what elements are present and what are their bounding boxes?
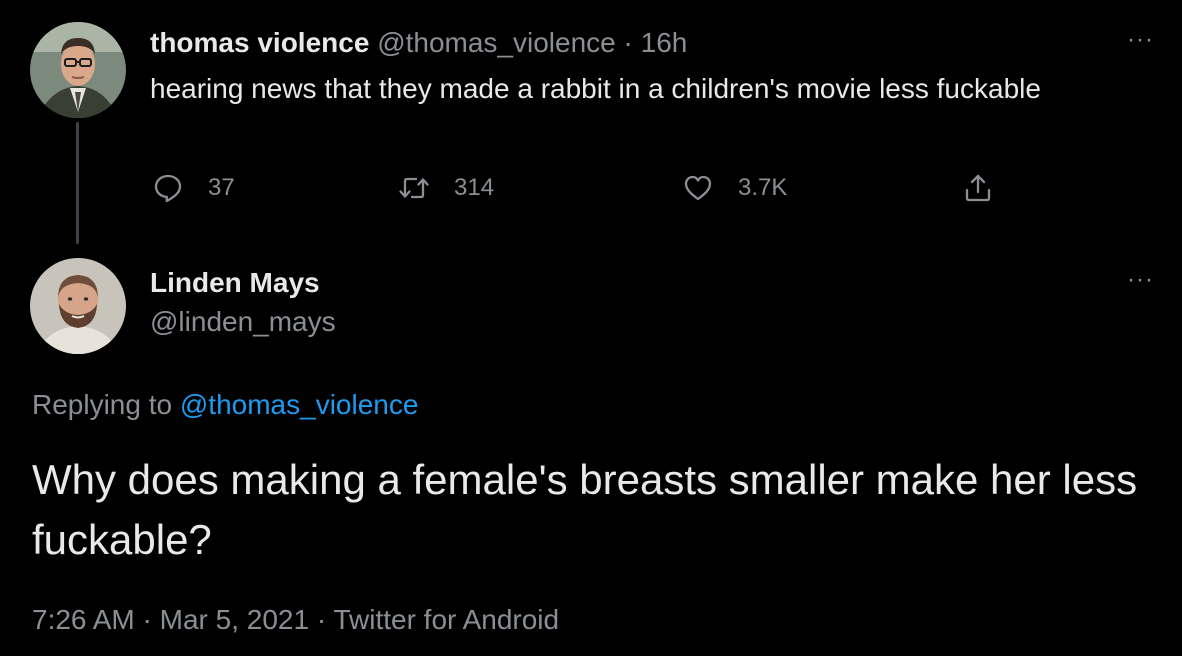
reply-count: 37: [208, 174, 235, 201]
tweet-metadata: 7:26 AM · Mar 5, 2021 · Twitter for Andr…: [32, 603, 559, 637]
replying-to-handle-link[interactable]: @thomas_violence: [180, 389, 419, 420]
meta-separator: ·: [142, 604, 152, 635]
retweet-icon: [399, 177, 429, 199]
retweet-button[interactable]: 314: [398, 168, 494, 208]
more-options-icon[interactable]: ···: [1127, 28, 1154, 52]
reply-tweet-text: Why does making a female's breasts small…: [32, 456, 1138, 563]
author-display-name[interactable]: thomas violence: [150, 27, 369, 58]
header-separator: ·: [623, 27, 633, 58]
tweet-source: Twitter for Android: [333, 604, 560, 635]
tweet-relative-time[interactable]: 16h: [641, 27, 688, 58]
reply-author-avatar[interactable]: [30, 258, 126, 354]
reply-author-display-name[interactable]: Linden Mays: [150, 266, 320, 300]
reply-author-handle[interactable]: @linden_mays: [150, 305, 336, 339]
avatar-image-man-with-glasses: [30, 22, 126, 118]
replying-to-label: Replying to: [32, 389, 173, 420]
heart-icon: [684, 175, 712, 201]
thread-connector-line: [76, 122, 79, 244]
share-button[interactable]: [962, 168, 1018, 208]
tweet-date[interactable]: Mar 5, 2021: [160, 604, 309, 635]
share-icon: [965, 174, 991, 202]
parent-tweet-text: hearing news that they made a rabbit in …: [150, 73, 1041, 104]
like-button[interactable]: 3.7K: [682, 168, 787, 208]
more-options-icon[interactable]: ···: [1127, 268, 1154, 292]
reply-icon: [154, 174, 182, 203]
parent-tweet-header: thomas violence @thomas_violence · 16h: [150, 26, 687, 60]
replying-to-line: Replying to @thomas_violence: [32, 388, 418, 422]
like-count: 3.7K: [738, 174, 788, 201]
avatar-image-bearded-man: [30, 258, 126, 354]
author-handle[interactable]: @thomas_violence: [377, 27, 616, 58]
author-avatar[interactable]: [30, 22, 126, 118]
retweet-count: 314: [454, 174, 495, 201]
meta-separator: ·: [316, 604, 327, 635]
reply-button[interactable]: 37: [152, 168, 235, 208]
tweet-time[interactable]: 7:26 AM: [32, 604, 135, 635]
